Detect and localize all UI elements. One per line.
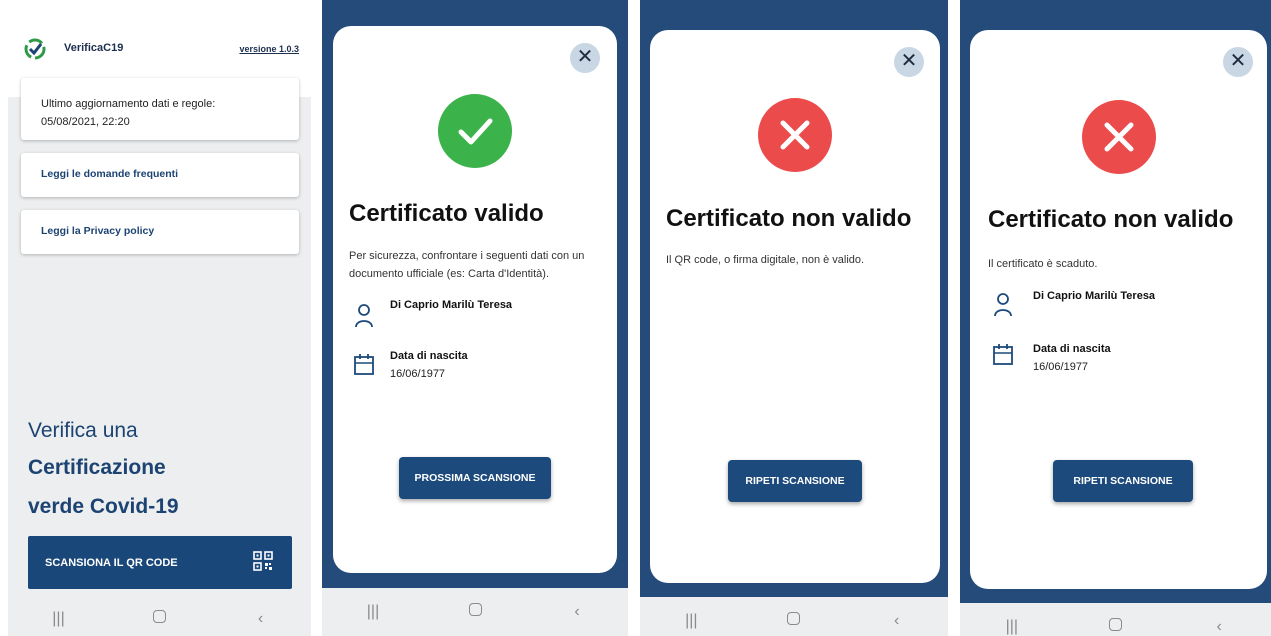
result-card: ✕ Certificato non valido Il QR code, o f… (650, 30, 940, 583)
calendar-icon (993, 344, 1013, 365)
recents-button[interactable]: ||| (39, 610, 79, 628)
x-icon (758, 98, 832, 172)
scan-qr-label: SCANSIONA IL QR CODE (45, 557, 178, 569)
qr-code-icon (253, 551, 273, 571)
holder-name: Di Caprio Marilù Teresa (390, 299, 513, 311)
home-icon (468, 603, 482, 616)
home-button[interactable] (455, 603, 495, 621)
app-logo-icon (24, 38, 46, 60)
result-title: Certificato non valido (988, 206, 1234, 233)
privacy-policy-link[interactable]: Leggi la Privacy policy (21, 210, 299, 254)
check-icon (438, 94, 512, 168)
person-icon (994, 293, 1012, 317)
home-button[interactable] (774, 612, 814, 630)
recents-button[interactable]: ||| (353, 603, 393, 621)
android-nav-bar: ||| ‹ (640, 597, 948, 636)
home-screen: VerificaC19 versione 1.0.3 Ultimo aggior… (8, 0, 311, 636)
home-icon (1108, 618, 1122, 631)
result-description: Il certificato è scaduto. (988, 258, 1098, 270)
next-scan-button[interactable]: PROSSIMA SCANSIONE (399, 457, 551, 499)
home-button[interactable] (140, 610, 180, 628)
person-icon (355, 304, 373, 328)
close-button[interactable]: ✕ (894, 47, 924, 77)
back-button[interactable]: ‹ (557, 603, 597, 621)
home-icon (153, 610, 166, 623)
birth-date-label: Data di nascita (1033, 343, 1111, 355)
version-link[interactable]: versione 1.0.3 (239, 44, 299, 54)
faq-link[interactable]: Leggi le domande frequenti (21, 153, 299, 197)
result-title: Certificato valido (349, 200, 544, 227)
update-date: 05/08/2021, 22:20 (41, 116, 130, 128)
headline-line-3: verde Covid-19 (28, 495, 179, 518)
birth-date-label: Data di nascita (390, 350, 468, 362)
android-nav-bar: ||| ‹ (322, 588, 628, 636)
birth-date-value: 16/06/1977 (390, 368, 446, 380)
back-button[interactable]: ‹ (877, 612, 917, 630)
close-button[interactable]: ✕ (570, 43, 600, 73)
scan-qr-button[interactable]: SCANSIONA IL QR CODE (28, 536, 292, 589)
recents-button[interactable]: ||| (671, 612, 711, 630)
holder-name: Di Caprio Marilù Teresa (1033, 290, 1156, 302)
close-button[interactable]: ✕ (1223, 47, 1253, 77)
result-title: Certificato non valido (666, 205, 912, 232)
app-name: VerificaC19 (64, 42, 124, 54)
headline-line-2: Certificazione (28, 456, 166, 479)
last-update-card: Ultimo aggiornamento dati e regole: 05/0… (21, 78, 299, 140)
repeat-scan-button[interactable]: RIPETI SCANSIONE (728, 460, 862, 502)
android-nav-bar: ||| ‹ (960, 603, 1271, 636)
result-expired-screen: ✕ Certificato non valido Il certificato … (960, 0, 1271, 636)
result-description: Il QR code, o firma digitale, non è vali… (666, 254, 865, 266)
recents-button[interactable]: ||| (992, 618, 1032, 636)
result-valid-screen: ✕ Certificato valido Per sicurezza, conf… (322, 0, 628, 636)
repeat-scan-button[interactable]: RIPETI SCANSIONE (1053, 460, 1193, 502)
calendar-icon (354, 354, 374, 375)
home-button[interactable] (1095, 618, 1135, 636)
x-icon (1082, 100, 1156, 174)
result-invalid-screen: ✕ Certificato non valido Il QR code, o f… (640, 0, 948, 636)
result-description: Per sicurezza, confrontare i seguenti da… (349, 250, 585, 280)
update-label: Ultimo aggiornamento dati e regole: (41, 98, 216, 110)
android-nav-bar: ||| ‹ (8, 602, 311, 636)
back-button[interactable]: ‹ (241, 610, 281, 628)
result-card: ✕ Certificato valido Per sicurezza, conf… (333, 26, 617, 573)
back-button[interactable]: ‹ (1199, 618, 1239, 636)
birth-date-value: 16/06/1977 (1033, 361, 1089, 373)
result-card: ✕ Certificato non valido Il certificato … (970, 30, 1267, 589)
headline-line-1: Verifica una (28, 419, 138, 442)
home-icon (787, 612, 801, 625)
